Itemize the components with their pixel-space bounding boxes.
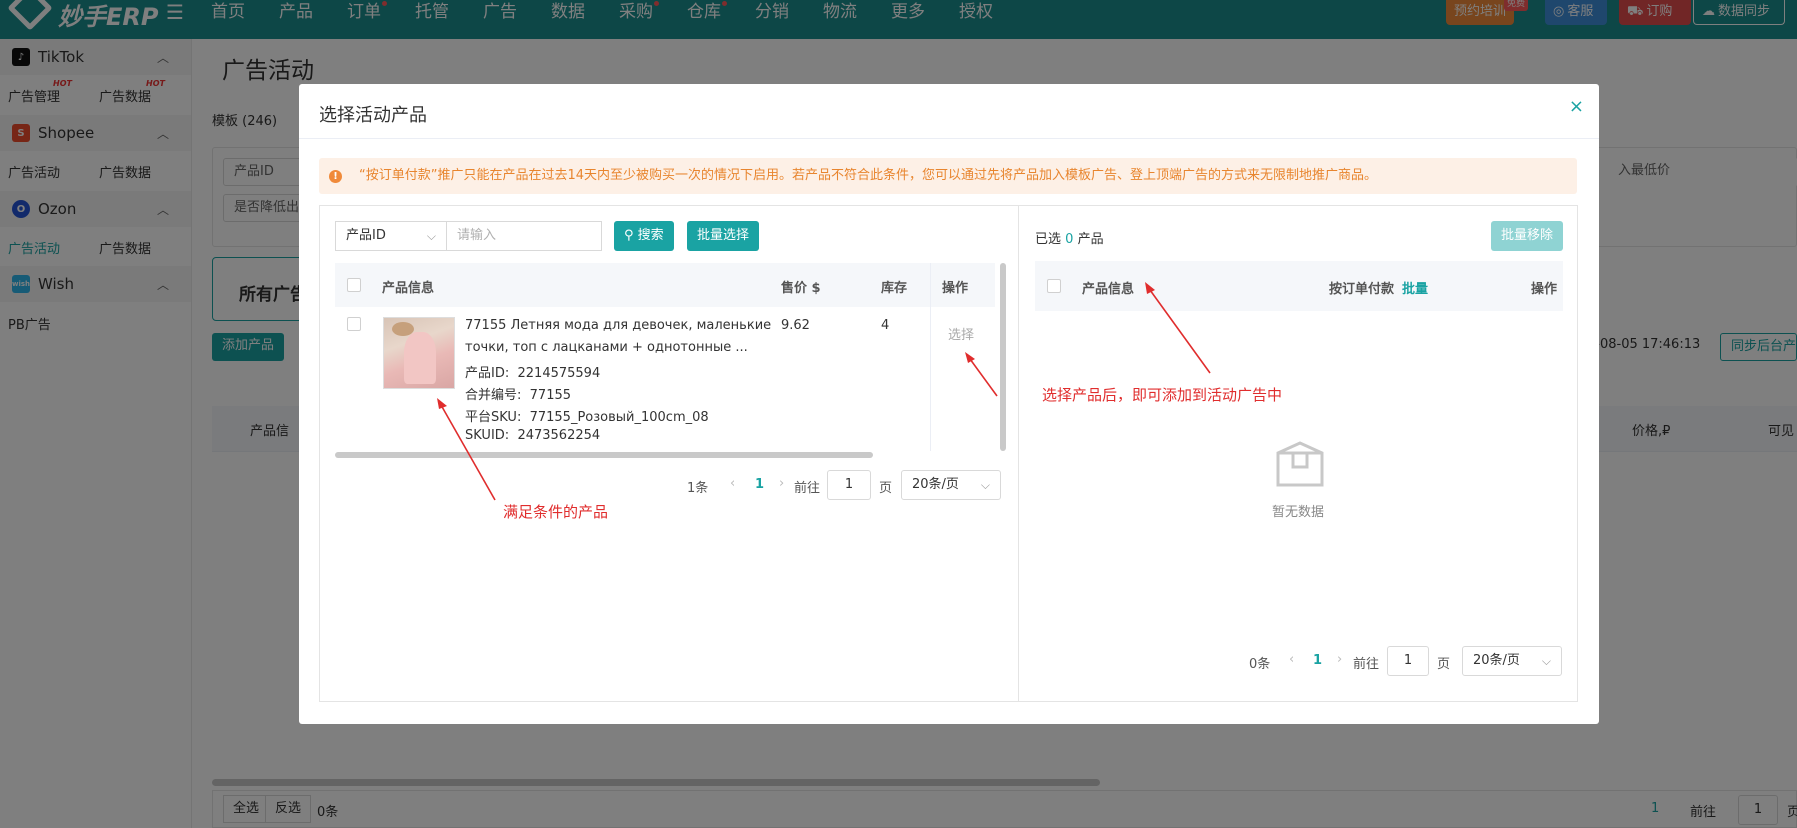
- selected-products-panel: 已选 0 产品 批量移除 产品信息 按订单付款 批量 操作 选择产品后，即可添加…: [1018, 205, 1578, 702]
- chevron-down-icon: ⌵: [1541, 654, 1551, 668]
- arrowhead: [437, 398, 447, 409]
- chevron-down-icon: ⌵: [980, 478, 990, 492]
- next-page-icon[interactable]: ›: [1337, 652, 1342, 667]
- right-total: 0条: [1249, 657, 1271, 672]
- arrow-to-thumbnail: [440, 404, 496, 501]
- notice-text: “按订单付款”推广只能在产品在过去14天内至少被购买一次的情况下启用。若产品不符…: [359, 168, 1378, 183]
- left-page-unit: 页: [879, 481, 893, 496]
- arrowhead: [965, 352, 975, 363]
- left-current-page[interactable]: 1: [755, 477, 764, 492]
- annotation-selected-hint: 选择产品后，即可添加到活动广告中: [1042, 386, 1283, 404]
- right-page-size-value: 20条/页: [1473, 653, 1520, 668]
- right-goto-input[interactable]: 1: [1387, 646, 1429, 676]
- arrow-to-select: [969, 358, 998, 397]
- arrow-to-product-info: [1149, 289, 1211, 374]
- left-total: 1条: [687, 481, 709, 496]
- arrowhead: [1145, 282, 1155, 294]
- right-current-page[interactable]: 1: [1313, 653, 1322, 668]
- right-page-size-select[interactable]: 20条/页 ⌵: [1462, 646, 1562, 676]
- close-icon[interactable]: ×: [1569, 96, 1584, 117]
- right-goto-label: 前往: [1353, 657, 1380, 672]
- dialog-divider: [299, 138, 1599, 139]
- dialog-title: 选择活动产品: [319, 105, 427, 126]
- empty-box-icon: [1276, 441, 1324, 487]
- candidate-products-panel: 产品ID ⌵ 请输入 ⚲ 搜索 批量选择 产品信息 售价 $ 库存 操作 771…: [319, 205, 1019, 702]
- left-page-size-select[interactable]: 20条/页 ⌵: [901, 470, 1001, 500]
- empty-state-text: 暂无数据: [1272, 505, 1325, 520]
- left-goto-label: 前往: [794, 481, 821, 496]
- warning-icon: !: [329, 170, 342, 183]
- left-page-size-value: 20条/页: [912, 477, 959, 492]
- select-product-dialog: 选择活动产品 × ! “按订单付款”推广只能在产品在过去14天内至少被购买一次的…: [299, 84, 1599, 724]
- prev-page-icon[interactable]: ‹: [730, 476, 735, 491]
- right-page-unit: 页: [1437, 657, 1451, 672]
- prev-page-icon[interactable]: ‹: [1289, 652, 1294, 667]
- annotation-eligible-products: 满足条件的产品: [503, 503, 609, 521]
- next-page-icon[interactable]: ›: [779, 476, 784, 491]
- left-goto-input[interactable]: 1: [827, 470, 871, 500]
- notice-banner: ! “按订单付款”推广只能在产品在过去14天内至少被购买一次的情况下启用。若产品…: [319, 158, 1577, 194]
